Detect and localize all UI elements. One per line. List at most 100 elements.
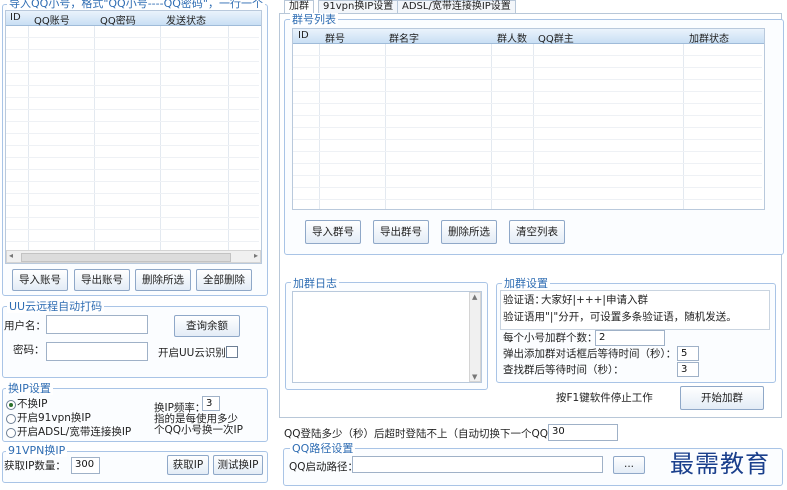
radio-91vpn[interactable]: [6, 414, 16, 424]
empty-row-line: [6, 121, 259, 122]
qq-path-field[interactable]: [352, 456, 603, 473]
scroll-left-icon[interactable]: ◂: [9, 251, 13, 260]
col-join-status[interactable]: 加群状态: [689, 30, 729, 45]
export-accounts-button[interactable]: 导出账号: [74, 269, 130, 291]
empty-row-line: [6, 181, 259, 182]
ip-settings-legend: 换IP设置: [6, 382, 53, 395]
scroll-right-icon[interactable]: ▸: [254, 251, 258, 260]
start-join-button[interactable]: 开始加群: [680, 386, 764, 410]
empty-row-line: [6, 169, 259, 170]
login-timeout-label: QQ登陆多少（秒）后超时登陆不上（自动切换下一个QQ）：: [284, 428, 564, 440]
scroll-down-icon[interactable]: ▼: [472, 373, 477, 381]
delete-selected-accounts-button[interactable]: 删除所选: [135, 269, 191, 291]
verify-note: 验证语用"|"分开，可设置多条验证语，随机发送。: [503, 311, 737, 323]
empty-row-line: [6, 205, 259, 206]
test-ip-change-button[interactable]: 测试换IP: [213, 455, 263, 475]
tab-91vpn-settings[interactable]: 91vpn换IP设置: [318, 0, 399, 14]
empty-row-line: [6, 157, 259, 158]
col-id[interactable]: ID: [10, 12, 21, 23]
empty-row-line: [6, 133, 259, 134]
radio-no-ip-change-label: 不换IP: [17, 398, 48, 410]
horizontal-scrollbar[interactable]: ◂ ▸: [6, 250, 261, 263]
empty-row-line: [6, 97, 259, 98]
accounts-table-header: ID QQ账号 QQ密码 发送状态: [6, 11, 261, 27]
col-qq-account[interactable]: QQ账号: [34, 12, 70, 27]
col-group-number[interactable]: 群号: [325, 30, 345, 45]
empty-row-line: [6, 61, 259, 62]
login-timeout-field[interactable]: 30: [548, 424, 618, 441]
delete-selected-groups-button[interactable]: 删除所选: [441, 220, 497, 244]
radio-adsl-label: 开启ADSL/宽带连接换IP: [17, 426, 132, 438]
scroll-thumb[interactable]: [21, 253, 231, 262]
empty-row-line: [6, 217, 259, 218]
per-account-label: 每个小号加群个数：: [503, 332, 598, 344]
empty-row-line: [6, 85, 259, 86]
enable-uu-checkbox[interactable]: [226, 346, 238, 358]
username-label: 用户名：: [4, 320, 46, 332]
verify-text-input[interactable]: 大家好|+++|申请入群: [541, 294, 648, 307]
per-account-field[interactable]: 2: [595, 330, 665, 346]
join-log-legend: 加群日志: [291, 277, 339, 290]
radio-no-ip-change[interactable]: [6, 400, 16, 410]
dialog-wait-label: 弹出添加群对话框后等待时间（秒）：: [503, 348, 677, 360]
log-scrollbar[interactable]: ▲ ▼: [469, 292, 481, 382]
group-list-legend: 群号列表: [290, 13, 338, 26]
empty-row-line: [293, 139, 762, 140]
col-send-status[interactable]: 发送状态: [166, 12, 206, 27]
qq-path-label: QQ启动路径：: [289, 461, 359, 473]
empty-row-line: [6, 145, 259, 146]
empty-row-line: [293, 103, 762, 104]
clear-groups-button[interactable]: 清空列表: [509, 220, 565, 244]
empty-row-line: [6, 49, 259, 50]
col-group-owner[interactable]: QQ群主: [538, 30, 574, 45]
empty-row-line: [293, 79, 762, 80]
import-accounts-button[interactable]: 导入账号: [12, 269, 68, 291]
search-wait-label: 查找群后等待时间（秒）：: [503, 364, 624, 376]
ip-frequency-note-2: 个QQ小号换一次IP: [154, 424, 243, 436]
empty-row-line: [6, 229, 259, 230]
delete-all-accounts-button[interactable]: 全部删除: [196, 269, 252, 291]
watermark-logo: 最需教育: [670, 450, 770, 478]
empty-row-line: [293, 151, 762, 152]
empty-row-line: [293, 127, 762, 128]
username-field[interactable]: [46, 315, 148, 334]
ip-count-field[interactable]: 300: [71, 457, 100, 474]
password-field[interactable]: [46, 342, 148, 361]
ip-frequency-field[interactable]: 3: [202, 396, 220, 411]
empty-row-line: [6, 73, 259, 74]
import-hint: 导入QQ小号，格式"QQ小号----QQ密码"，一行一个: [7, 0, 265, 10]
import-groups-button[interactable]: 导入群号: [305, 220, 361, 244]
password-label: 密码：: [13, 344, 45, 356]
empty-row-line: [293, 67, 762, 68]
group-table-header: ID 群号 群名字 群人数 QQ群主 加群状态: [293, 29, 764, 45]
dialog-wait-field[interactable]: 5: [677, 346, 699, 361]
empty-row-line: [6, 109, 259, 110]
ip-count-label: 获取IP数量：: [4, 460, 66, 472]
radio-adsl[interactable]: [6, 428, 16, 438]
join-log-textarea[interactable]: ▲ ▼: [292, 291, 482, 383]
empty-row-line: [293, 91, 762, 92]
export-groups-button[interactable]: 导出群号: [373, 220, 429, 244]
empty-row-line: [293, 175, 762, 176]
browse-button[interactable]: ...: [613, 456, 645, 474]
uu-captcha-legend: UU云远程自动打码: [7, 300, 105, 313]
empty-row-line: [6, 241, 259, 242]
query-balance-button[interactable]: 查询余额: [174, 315, 240, 337]
get-ip-button[interactable]: 获取IP: [167, 455, 209, 475]
search-wait-field[interactable]: 3: [677, 362, 699, 377]
col-id[interactable]: ID: [298, 30, 309, 41]
qq-path-legend: QQ路径设置: [290, 442, 356, 455]
enable-uu-label: 开启UU云识别: [158, 347, 226, 359]
radio-91vpn-label: 开启91vpn换IP: [17, 412, 91, 424]
col-qq-password[interactable]: QQ密码: [100, 12, 136, 27]
col-member-count[interactable]: 群人数: [497, 30, 527, 45]
empty-row-line: [293, 55, 762, 56]
scroll-up-icon[interactable]: ▲: [472, 293, 477, 301]
tab-adsl-settings[interactable]: ADSL/宽带连接换IP设置: [397, 0, 516, 14]
join-settings-legend: 加群设置: [502, 277, 550, 290]
verify-label: 验证语：: [503, 294, 545, 306]
empty-row-line: [293, 163, 762, 164]
empty-row-line: [293, 199, 762, 200]
empty-row-line: [6, 193, 259, 194]
col-group-name[interactable]: 群名字: [389, 30, 419, 45]
